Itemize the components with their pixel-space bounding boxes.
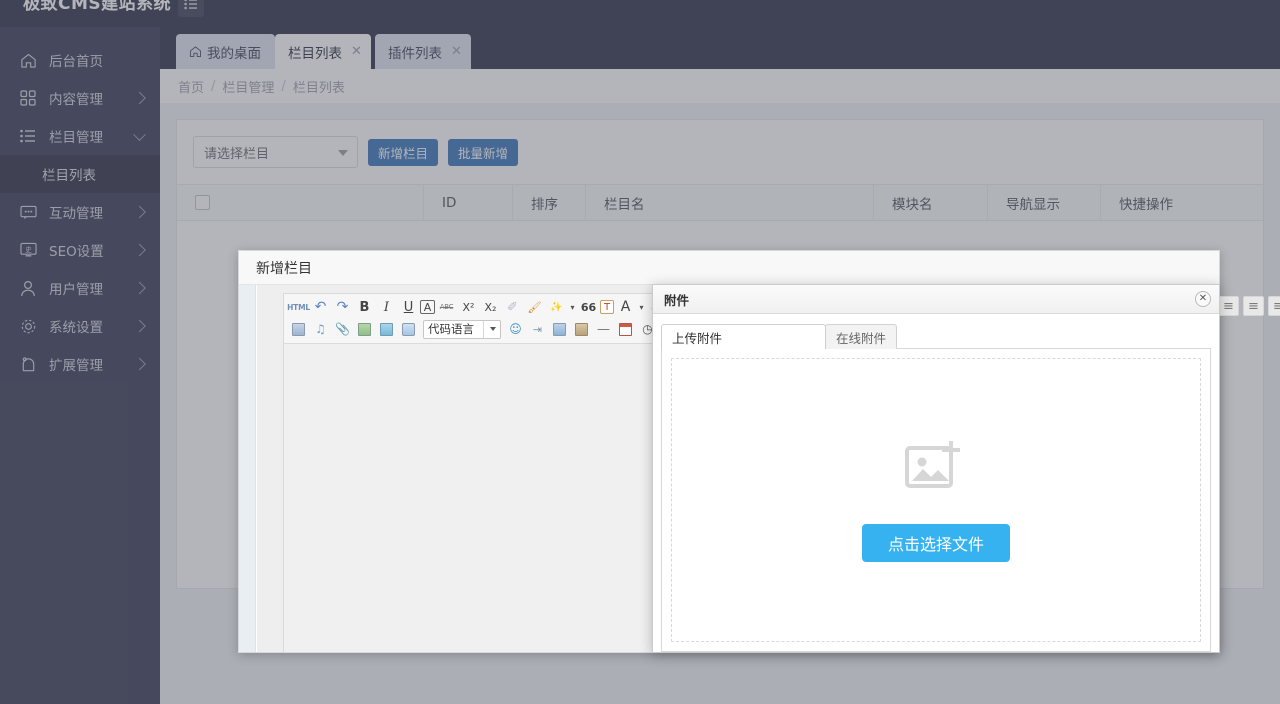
tab-online-attachment[interactable]: 在线附件: [825, 324, 897, 349]
text-color-icon[interactable]: T: [600, 300, 614, 314]
format-brush-icon[interactable]: 🖌: [524, 297, 545, 317]
image-plus-icon: [905, 439, 967, 501]
code-language-value: 代码语言: [428, 321, 474, 337]
horizontal-rule-icon[interactable]: —: [593, 319, 614, 339]
video-icon[interactable]: [398, 319, 419, 339]
modal-title: 新增栏目: [256, 258, 312, 278]
magic-wand-icon[interactable]: ✨: [546, 297, 567, 317]
redo-icon[interactable]: ↷: [332, 297, 353, 317]
music-icon[interactable]: ♫: [310, 319, 331, 339]
eraser-icon[interactable]: ✐: [502, 297, 523, 317]
blockquote-icon[interactable]: 66: [578, 297, 599, 317]
align-right-icon[interactable]: ≡: [1268, 296, 1280, 316]
template-icon[interactable]: [571, 319, 592, 339]
italic-icon[interactable]: I: [376, 297, 397, 317]
emoticon-icon[interactable]: ☺: [505, 319, 526, 339]
attachment-dialog-title: 附件: [664, 290, 689, 309]
strikethrough-icon[interactable]: ABC: [436, 297, 457, 317]
attachment-tabs: 上传附件 在线附件: [661, 323, 1211, 349]
editor-align-group: ≡ ≡ ≡: [1218, 296, 1280, 316]
html-source-button[interactable]: HTML: [288, 297, 309, 317]
image-icon[interactable]: [354, 319, 375, 339]
undo-icon[interactable]: ↶: [310, 297, 331, 317]
bold-icon[interactable]: B: [354, 297, 375, 317]
attachment-upload-panel: 点击选择文件: [661, 348, 1211, 652]
app-root: 极致CMS建站系统 后台首页: [0, 0, 1280, 704]
modal-title-bar: 新增栏目: [239, 251, 1219, 285]
attachment-dialog-body: 上传附件 在线附件 点击选择文件: [653, 314, 1219, 652]
table-icon[interactable]: [288, 319, 309, 339]
layout-icon[interactable]: [549, 319, 570, 339]
page-break-icon[interactable]: ⇥: [527, 319, 548, 339]
align-left-icon[interactable]: ≡: [1218, 296, 1239, 316]
multi-image-icon[interactable]: [376, 319, 397, 339]
select-file-button[interactable]: 点击选择文件: [862, 524, 1010, 562]
magic-dropdown-icon[interactable]: ▾: [568, 297, 577, 317]
tab-upload-attachment[interactable]: 上传附件: [661, 324, 826, 349]
attachment-dialog-title-bar[interactable]: 附件 ✕: [653, 285, 1219, 314]
attachment-icon[interactable]: 📎: [332, 319, 353, 339]
font-color-dropdown-icon[interactable]: ▾: [637, 297, 646, 317]
subscript-icon[interactable]: X₂: [480, 297, 501, 317]
close-icon[interactable]: ✕: [1195, 291, 1211, 307]
code-language-select[interactable]: 代码语言: [423, 320, 501, 339]
file-dropzone[interactable]: 点击选择文件: [671, 358, 1201, 642]
border-text-icon[interactable]: A: [420, 300, 435, 314]
font-color-icon[interactable]: A: [615, 297, 636, 317]
attachment-dialog: 附件 ✕ 上传附件 在线附件: [652, 284, 1220, 653]
align-center-icon[interactable]: ≡: [1243, 296, 1264, 316]
modal-left-rail: [239, 285, 256, 653]
superscript-icon[interactable]: X²: [458, 297, 479, 317]
chevron-down-icon: [483, 321, 496, 338]
calendar-icon[interactable]: [615, 319, 636, 339]
underline-icon[interactable]: U: [398, 297, 419, 317]
